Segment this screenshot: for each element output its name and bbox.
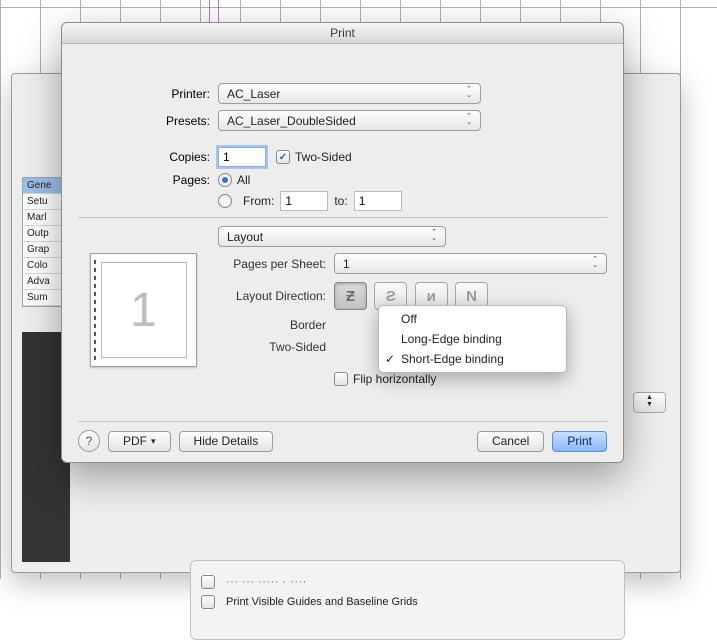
help-button[interactable]: ? [78,430,100,452]
two-sided-popup-menu: Off Long-Edge binding Short-Edge binding [378,305,567,373]
presets-value: AC_Laser_DoubleSided [227,114,356,128]
checkbox-empty[interactable] [201,575,215,589]
binding-indicator [94,260,96,360]
layout-dir-1-button[interactable]: Ƶ [334,282,367,310]
back-collapsed-select[interactable]: ▲▼ [633,392,666,413]
pages-from-radio[interactable] [218,194,232,208]
label-from: From: [243,194,274,208]
label-two-sided-row: Two-Sided [212,340,334,354]
hide-details-label: Hide Details [194,434,259,448]
pdf-menu-button[interactable]: PDF ▾ [108,431,171,452]
menu-item-off[interactable]: Off [379,309,566,329]
two-sided-checkbox[interactable] [276,150,290,164]
pps-value: 1 [343,257,350,271]
chevron-updown-icon: ⌃⌄ [462,87,476,99]
printer-value: AC_Laser [227,87,280,101]
cancel-label: Cancel [492,434,529,448]
label-pages: Pages: [78,173,218,187]
presets-select[interactable]: AC_Laser_DoubleSided ⌃⌄ [218,110,481,131]
chevron-updown-icon: ⌃⌄ [462,114,476,126]
menu-item-long-edge[interactable]: Long-Edge binding [379,329,566,349]
checkbox-guides[interactable] [201,595,215,609]
label-to: to: [334,194,347,208]
label-layout-direction: Layout Direction: [212,289,334,303]
label-copies: Copies: [78,150,218,164]
layout-preview: 1 [90,253,197,367]
label-two-sided: Two-Sided [295,150,352,164]
print-button[interactable]: Print [552,431,607,452]
pages-all-radio[interactable] [218,173,232,187]
from-input[interactable] [280,191,328,211]
chevron-updown-icon: ⌃⌄ [588,257,602,269]
label-presets: Presets: [78,114,218,128]
pdf-label: PDF [123,434,147,448]
divider [78,421,607,422]
pages-per-sheet-select[interactable]: 1 ⌃⌄ [334,253,607,274]
panel-value: Layout [227,230,263,244]
label-pps: Pages per Sheet: [212,257,334,271]
print-window: Print Printer: AC_Laser ⌃⌄ Presets: AC_L… [61,22,624,463]
chevron-down-icon: ▾ [151,436,156,447]
label-flip: Flip horizontally [353,372,436,386]
cancel-button[interactable]: Cancel [477,431,544,452]
panel-select[interactable]: Layout ⌃⌄ [218,226,446,247]
window-title: Print [62,23,623,44]
to-input[interactable] [354,191,402,211]
copies-input[interactable] [218,147,266,167]
chevron-updown-icon: ⌃⌄ [427,230,441,242]
preview-page-number: 1 [130,283,157,338]
divider [78,217,607,218]
back-opt-guides: Print Visible Guides and Baseline Grids [226,596,418,608]
label-border: Border [212,318,334,332]
label-printer: Printer: [78,87,218,101]
menu-item-short-edge[interactable]: Short-Edge binding [379,349,566,369]
print-label: Print [567,434,592,448]
flip-horizontal-checkbox[interactable] [334,372,348,386]
label-all: All [237,173,250,187]
back-options-group: ··· ··· ····· · ···· Print Visible Guide… [190,560,625,640]
hide-details-button[interactable]: Hide Details [179,431,274,452]
printer-select[interactable]: AC_Laser ⌃⌄ [218,83,481,104]
